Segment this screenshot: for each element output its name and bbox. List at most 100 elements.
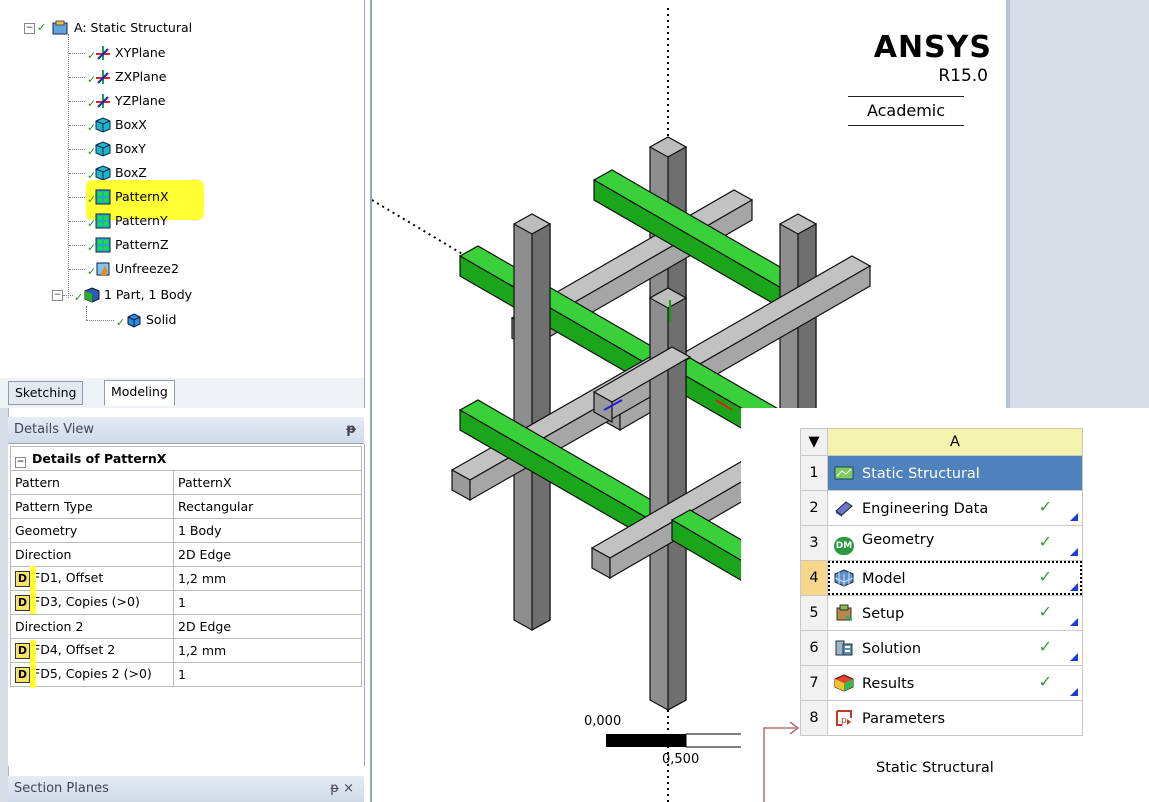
system-menu-button[interactable]: ▼ [800,428,828,456]
property-name: Direction 2 [10,614,174,639]
tree-item-label: BoxY [115,141,146,156]
property-value[interactable]: 1,2 mm [173,566,362,591]
property-value[interactable]: 1 Body [173,518,362,543]
property-name: Geometry [10,518,174,543]
parameter-d-badge[interactable]: D [15,571,30,587]
cell-number: 2 [800,490,828,526]
property-value[interactable]: PatternX [173,470,362,495]
cell-results[interactable]: 7 Results ✓ [800,665,1083,701]
ansys-edition: Academic [866,101,946,120]
tree-item-label: BoxX [115,117,147,132]
property-value[interactable]: 1 [173,590,362,615]
parameters-icon: p [834,709,854,727]
details-row[interactable]: Geometry 1 Body [10,518,362,543]
details-row[interactable]: Direction 2D Edge [10,542,362,567]
details-row[interactable]: D FD3, Copies (>0) 1 [10,590,362,615]
details-group-row[interactable]: − Details of PatternX [10,446,362,471]
cell-label: Results [862,676,915,692]
property-name: FD4, Offset 2 [33,642,116,657]
pattern-icon [95,237,111,253]
cell-number: 6 [800,630,828,666]
property-name: Pattern Type [10,494,174,519]
panel-controls[interactable]: ᵽ × [330,776,354,802]
cell-corner-marker [1070,583,1078,591]
window-background-strip [1006,0,1149,408]
tree-outline-panel: − ✓ A: Static Structural ✓ XYPlane ✓ ZXP… [0,0,365,378]
parameter-d-badge[interactable]: D [15,643,30,659]
parameter-d-badge[interactable]: D [15,667,30,683]
engineering-data-icon [834,499,854,517]
details-group-title: Details of PatternX [32,450,167,466]
highlight-marker [30,640,36,688]
up-to-date-check-icon: ✓ [1038,567,1052,586]
collapse-toggle[interactable]: − [24,23,35,34]
property-value[interactable]: 2D Edge [173,614,362,639]
part-body-icon [84,287,100,303]
scale-mid-label: 0,500 [662,752,700,767]
static-structural-icon [834,464,854,482]
tree-item-label: 1 Part, 1 Body [104,287,193,302]
ansys-logo-text: ANSYS [873,30,992,65]
tree-item-label: PatternX [115,189,169,204]
up-to-date-check-icon: ✓ [1038,602,1052,621]
tree-item-label: Solid [146,312,177,327]
tree-item-label: PatternY [115,213,168,228]
box-icon [95,117,111,133]
cell-static-structural[interactable]: 1 Static Structural [800,455,1083,491]
scale-start-label: 0,000 [584,714,622,729]
property-value[interactable]: 1,2 mm [173,638,362,663]
parameter-d-badge[interactable]: D [15,595,30,611]
cell-label: Model [862,571,906,587]
property-value[interactable]: Rectangular [173,494,362,519]
cell-number: 5 [800,595,828,631]
cell-number: 4 [800,560,828,596]
static-structural-icon [52,20,68,36]
cell-setup[interactable]: 5 Setup ✓ [800,595,1083,631]
cell-corner-marker [1070,513,1078,521]
tab-sketching[interactable]: Sketching [8,381,84,405]
logo-rule [848,96,964,97]
cell-label: Parameters [862,711,945,727]
highlight-marker [30,566,36,614]
tree-connector [86,306,87,320]
svg-text:p: p [841,716,847,726]
cell-number: 7 [800,665,828,701]
unfreeze-icon [95,261,111,277]
property-value[interactable]: 1 [173,662,362,687]
cell-corner-marker [1070,653,1078,661]
system-header-row: ▼ A [800,428,1083,456]
cell-number: 3 [800,525,828,561]
tree-item-label: XYPlane [115,45,166,60]
collapse-toggle[interactable]: − [15,456,26,468]
ansys-version: R15.0 [938,66,988,86]
logo-rule [848,125,964,126]
cell-corner-marker [1070,688,1078,696]
cell-engineering-data[interactable]: 2 Engineering Data ✓ [800,490,1083,526]
cell-model[interactable]: 4 Model ✓ [800,560,1083,596]
solution-icon [834,639,854,657]
pattern-icon [95,189,111,205]
property-value[interactable]: 2D Edge [173,542,362,567]
system-caption[interactable]: Static Structural [876,760,994,776]
details-row[interactable]: Direction 2 2D Edge [10,614,362,639]
details-view-title: Details View [14,422,95,437]
details-row[interactable]: D FD5, Copies 2 (>0) 1 [10,662,362,687]
pin-icon[interactable]: ᵽ [346,417,356,443]
details-row[interactable]: D FD1, Offset 1,2 mm [10,566,362,591]
collapse-toggle[interactable]: − [52,290,63,301]
details-row[interactable]: Pattern PatternX [10,470,362,495]
tab-modeling[interactable]: Modeling [104,380,175,406]
cell-geometry[interactable]: 3 DM Geometry ✓ [800,525,1083,561]
mode-tab-bar: Sketching Modeling [0,378,365,408]
property-name: FD3, Copies (>0) [33,594,140,609]
details-row[interactable]: Pattern Type Rectangular [10,494,362,519]
details-row[interactable]: D FD4, Offset 2 1,2 mm [10,638,362,663]
up-to-date-check-icon: ✓ [1038,672,1052,691]
cell-label: Static Structural [862,466,980,482]
details-view-panel: − Details of PatternX Pattern PatternX Pat… [8,444,365,766]
cell-solution[interactable]: 6 Solution ✓ [800,630,1083,666]
plane-axes-icon [95,69,111,85]
cell-parameters[interactable]: 8 p Parameters [800,700,1083,736]
tree-connector [68,34,69,298]
cell-label: Setup [862,606,905,622]
